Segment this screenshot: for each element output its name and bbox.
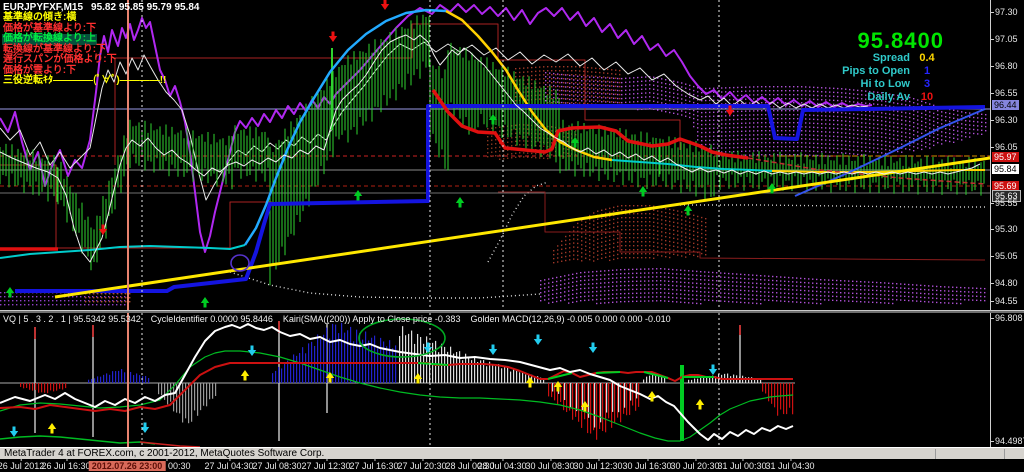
axis-price-label: 94.4987 bbox=[995, 436, 1024, 446]
axis-tick bbox=[991, 93, 994, 94]
time-axis-tick bbox=[277, 458, 278, 461]
axis-price-label: 96.30 bbox=[995, 115, 1018, 125]
time-axis-label: 30 Jul 12:30 bbox=[573, 461, 622, 471]
axis-tick bbox=[991, 120, 994, 121]
time-axis-tick bbox=[502, 458, 503, 461]
quote-row-label: Pips to Open bbox=[842, 65, 910, 78]
time-axis-label: 27 Jul 20:30 bbox=[397, 461, 446, 471]
time-axis-tick bbox=[470, 458, 471, 461]
indicator-title: Golden MACD(12,26,9) -0.005 0.000 0.000 … bbox=[470, 314, 670, 324]
time-axis[interactable]: 26 Jul 201226 Jul 16:3027 Jul 00:3027 Ju… bbox=[0, 459, 1024, 472]
axis-price-label: 97.05 bbox=[995, 34, 1018, 44]
axis-price-label: 94.55 bbox=[995, 296, 1018, 306]
axis-tick bbox=[991, 283, 994, 284]
axis-tick bbox=[991, 301, 994, 302]
time-axis-tick bbox=[695, 458, 696, 461]
quote-info-rows: Spread0.4Pips to Open1Hi to Low3Daily Av… bbox=[842, 52, 944, 104]
time-axis-label: 30 Jul 08:30 bbox=[525, 461, 574, 471]
indicator-panel[interactable] bbox=[0, 313, 990, 447]
indicator-axis[interactable]: 96.808 94.4987 bbox=[990, 313, 1024, 447]
time-axis-label: 26 Jul 16:30 bbox=[41, 461, 90, 471]
axis-tick bbox=[991, 441, 994, 442]
axis-price-label: 96.808 bbox=[995, 313, 1023, 323]
axis-price-label: 95.05 bbox=[995, 251, 1018, 261]
quote-row-label: Spread bbox=[873, 52, 910, 65]
quote-row-label: Hi to Low bbox=[861, 78, 911, 91]
indicator-titles: VQ | 5 . 3 . 2 . 1 | 95.5342 95.5342 Cycl… bbox=[3, 314, 681, 324]
status-bar: MetaTrader 4 at FOREX.com, c 2001-2012, … bbox=[0, 447, 1024, 459]
axis-price-label: 97.30 bbox=[995, 7, 1018, 17]
time-axis-tick bbox=[790, 458, 791, 461]
axis-price-label: 95.30 bbox=[995, 224, 1018, 234]
ichimoku-status-line: 三役逆転ｷﾀ――――(ﾟ∀ﾟ)――――!! bbox=[2, 76, 167, 87]
quote-row-value: 3 bbox=[910, 78, 944, 91]
time-axis-label: 27 Jul 16:30 bbox=[349, 461, 398, 471]
quote-row: Daily Av10 bbox=[842, 91, 944, 104]
time-axis-tick bbox=[21, 458, 22, 461]
time-axis-label: 30 Jul 16:30 bbox=[622, 461, 671, 471]
quote-row-label: Daily Av bbox=[867, 91, 910, 104]
ichimoku-status-overlay: 基準線の傾き:横価格が基準線より:下価格が転換線より:上転換線が基準線より:下遅… bbox=[2, 13, 167, 87]
quote-row-value: 1 bbox=[910, 65, 944, 78]
axis-tick bbox=[991, 318, 994, 319]
axis-tick bbox=[991, 66, 994, 67]
time-axis-label: 27 Jul 12:30 bbox=[301, 461, 350, 471]
time-axis-label: 26 Jul 2012 bbox=[0, 461, 44, 471]
quote-row-value: 10 bbox=[910, 91, 944, 104]
quote-row: Spread0.4 bbox=[842, 52, 944, 65]
indicator-title: CycleIdentifier 0.0000 95.8446 bbox=[151, 314, 273, 324]
time-axis-label: 27 Jul 04:30 bbox=[204, 461, 253, 471]
time-axis-label: 31 Jul 04:30 bbox=[765, 461, 814, 471]
indicator-title: VQ | 5 . 3 . 2 . 1 | 95.5342 95.5342 bbox=[3, 314, 141, 324]
time-axis-tick bbox=[550, 458, 551, 461]
axis-price-label: 95.97 bbox=[992, 152, 1019, 162]
time-axis-label: 30 Jul 20:30 bbox=[670, 461, 719, 471]
ichimoku-status-line: 基準線の傾き:横 bbox=[2, 13, 77, 24]
axis-price-label: 95.55 bbox=[995, 198, 1018, 208]
axis-price-label: 96.80 bbox=[995, 61, 1018, 71]
time-axis-tick bbox=[66, 458, 67, 461]
axis-tick bbox=[991, 39, 994, 40]
indicator-panel-canvas[interactable] bbox=[0, 313, 990, 447]
time-axis-tick bbox=[166, 458, 167, 461]
axis-tick bbox=[991, 256, 994, 257]
time-axis-highlighted-label: 2012.07.26 23:00 bbox=[89, 461, 166, 471]
time-axis-label: 31 Jul 00:30 bbox=[717, 461, 766, 471]
ichimoku-status-line: 価格が転換線より:上 bbox=[2, 34, 97, 45]
axis-tick bbox=[991, 229, 994, 230]
axis-tick bbox=[991, 203, 994, 204]
time-axis-label: 28 Jul 04:30 bbox=[477, 461, 526, 471]
axis-price-label: 96.55 bbox=[995, 88, 1018, 98]
ohlc-values: 95.82 95.85 95.79 95.84 bbox=[91, 2, 199, 13]
time-axis-tick bbox=[422, 458, 423, 461]
axis-price-label: 95.84 bbox=[992, 164, 1019, 174]
axis-price-label: 94.80 bbox=[995, 278, 1018, 288]
statusbar-pane-separator bbox=[935, 449, 936, 459]
main-chart[interactable]: EURJPYFXF,M1595.82 95.85 95.79 95.84 基準線… bbox=[0, 0, 990, 310]
time-axis-tick bbox=[598, 458, 599, 461]
indicator-title: Kairi(SMA((200)) Apply to Close price -0… bbox=[283, 314, 461, 324]
ichimoku-status-line: 遅行スパンが価格より:下 bbox=[2, 55, 118, 66]
axis-tick bbox=[991, 147, 994, 148]
time-axis-tick bbox=[374, 458, 375, 461]
quote-overlay: 95.8400 Spread0.4Pips to Open1Hi to Low3… bbox=[842, 30, 944, 104]
current-price: 95.8400 bbox=[842, 30, 944, 52]
axis-price-label: 96.05 bbox=[995, 142, 1018, 152]
statusbar-pane-separator bbox=[1004, 449, 1005, 459]
time-axis-tick bbox=[229, 458, 230, 461]
price-axis[interactable]: 97.30 97.05 96.80 96.55 96.44 96.30 96.0595.97… bbox=[990, 0, 1024, 310]
mt4-chart-window: EURJPYFXF,M1595.82 95.85 95.79 95.84 基準線… bbox=[0, 0, 1024, 472]
time-axis-tick bbox=[326, 458, 327, 461]
axis-price-label: 96.44 bbox=[992, 100, 1019, 110]
time-axis-label: 27 Jul 08:30 bbox=[252, 461, 301, 471]
quote-row-value: 0.4 bbox=[910, 52, 944, 65]
time-axis-tick bbox=[742, 458, 743, 461]
quote-row: Hi to Low3 bbox=[842, 78, 944, 91]
axis-tick bbox=[991, 12, 994, 13]
quote-row: Pips to Open1 bbox=[842, 65, 944, 78]
time-axis-tick bbox=[647, 458, 648, 461]
